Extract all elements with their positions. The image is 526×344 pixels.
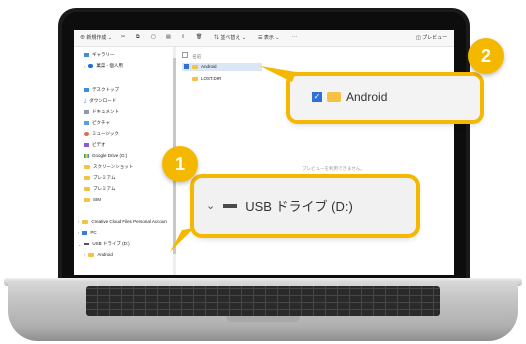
sidebar-item-usb-drive[interactable]: ⌄ USB ドライブ (D:) <box>78 241 130 247</box>
google-drive-icon <box>84 153 89 158</box>
document-icon <box>84 110 89 114</box>
chevron-down-icon: ⌄ <box>241 35 247 41</box>
new-button[interactable]: ⊕ 新規作成 ⌄ <box>80 34 112 41</box>
chevron-down-icon: ⌄ <box>78 241 82 247</box>
pc-icon <box>82 230 88 235</box>
chevron-right-icon: › <box>78 230 80 235</box>
sidebar-item-videos[interactable]: ビデオ <box>84 142 106 148</box>
preview-pane-icon: ◫ <box>416 35 421 41</box>
sidebar-item-gallery[interactable]: ギャラリー <box>84 52 115 58</box>
sidebar-item-music[interactable]: ミュージック <box>84 131 119 137</box>
rename-icon[interactable]: ▤ <box>166 34 171 40</box>
music-icon <box>84 132 89 136</box>
sidebar-item-creative-cloud[interactable]: › Creative Cloud Files Personal Accoun <box>78 219 167 224</box>
more-button[interactable]: ··· <box>292 34 297 40</box>
sidebar-item-downloads[interactable]: ⤓ ダウンロード <box>84 98 116 104</box>
cut-icon[interactable]: ✂ <box>121 34 125 40</box>
checkbox-icon[interactable] <box>184 64 189 69</box>
sidebar-item-premium-2[interactable]: プレミアム <box>84 186 116 192</box>
view-button[interactable]: ☰ 表示 ⌄ <box>258 34 279 41</box>
name-column-header[interactable]: 名前 <box>182 52 201 60</box>
new-label: 新規作成 <box>86 35 107 41</box>
sidebar-item-google-drive[interactable]: Google Drive (G:) <box>84 153 127 158</box>
callout-usb-label: USB ドライブ (D:) <box>245 199 353 214</box>
chevron-down-icon: ⌄ <box>206 200 216 212</box>
usb-drive-icon <box>223 203 238 208</box>
sort-button[interactable]: ⇅ 並べ替え ⌄ <box>214 34 246 41</box>
checkbox-icon <box>182 52 188 58</box>
picture-icon <box>84 121 89 125</box>
folder-icon <box>192 76 198 81</box>
explorer-toolbar: ⊕ 新規作成 ⌄ ✂ ⧉ ▢ ▤ ⇧ 🗑 ⇅ 並べ替え ⌄ ☰ 表示 ⌄ ···… <box>74 30 454 47</box>
folder-icon <box>84 197 90 202</box>
folder-icon <box>82 219 89 224</box>
folder-icon <box>192 64 198 69</box>
copy-icon[interactable]: ⧉ <box>136 34 140 40</box>
navigation-pane: ギャラリー › 菓菜 - 個人用 デスクトップ ⤓ ダウンロード ドキュメント … <box>74 47 174 275</box>
sidebar-item-documents[interactable]: ドキュメント <box>84 109 119 115</box>
share-icon[interactable]: ⇧ <box>181 34 185 40</box>
chevron-down-icon: ⌄ <box>107 35 113 41</box>
sidebar-item-pictures[interactable]: ピクチャ <box>84 120 110 126</box>
sidebar-item-android[interactable]: › Android <box>84 252 113 257</box>
chevron-down-icon: ⌄ <box>275 35 280 41</box>
file-row-lost-dir[interactable]: LOST.DIR <box>192 76 221 81</box>
callout-android-content: ✓ Android <box>312 90 387 104</box>
usb-drive-icon <box>84 243 90 245</box>
delete-icon[interactable]: 🗑 <box>196 34 202 40</box>
preview-message: プレビューを利用できません。 <box>302 166 365 171</box>
callout-pointer-1 <box>170 228 194 252</box>
view-label: 表示 <box>263 35 274 41</box>
step-badge-2: 2 <box>468 38 504 74</box>
sort-icon: ⇅ <box>214 35 220 41</box>
view-icon: ☰ <box>258 35 263 41</box>
sidebar-item-account[interactable]: › 菓菜 - 個人用 <box>84 63 123 69</box>
sidebar-item-sim[interactable]: SIM <box>84 197 101 202</box>
folder-icon <box>327 92 341 102</box>
sidebar-item-premium[interactable]: プレミアム <box>84 175 116 181</box>
callout-pointer-2 <box>260 66 296 82</box>
file-row-android[interactable]: Android <box>184 64 217 69</box>
folder-icon <box>88 252 95 257</box>
chevron-right-icon: › <box>84 252 86 257</box>
step-badge-1: 1 <box>162 146 198 182</box>
checkbox-icon: ✓ <box>312 92 322 102</box>
preview-label: プレビュー <box>422 35 448 41</box>
folder-icon <box>84 187 90 191</box>
cloud-icon <box>88 64 94 68</box>
new-icon: ⊕ <box>80 35 86 41</box>
sidebar-item-desktop[interactable]: デスクトップ <box>84 87 119 93</box>
chevron-right-icon: › <box>84 63 86 69</box>
folder-icon <box>84 176 90 180</box>
preview-button[interactable]: ◫ プレビュー <box>416 34 447 41</box>
trackpad-edge <box>226 316 300 322</box>
keyboard <box>86 286 440 316</box>
desktop-icon <box>84 88 89 92</box>
callout-android-label: Android <box>346 90 388 104</box>
chevron-right-icon: › <box>78 219 80 224</box>
callout-usb-drive-content: ⌄ USB ドライブ (D:) <box>206 196 353 215</box>
folder-icon <box>84 165 90 169</box>
video-icon <box>84 143 89 147</box>
sort-label: 並べ替え <box>220 35 241 41</box>
sidebar-item-screenshots[interactable]: スクリーンショット <box>84 164 133 170</box>
gallery-icon <box>84 53 89 57</box>
paste-icon[interactable]: ▢ <box>151 34 156 40</box>
sidebar-item-pc[interactable]: › PC <box>78 230 97 235</box>
download-icon: ⤓ <box>84 98 87 104</box>
